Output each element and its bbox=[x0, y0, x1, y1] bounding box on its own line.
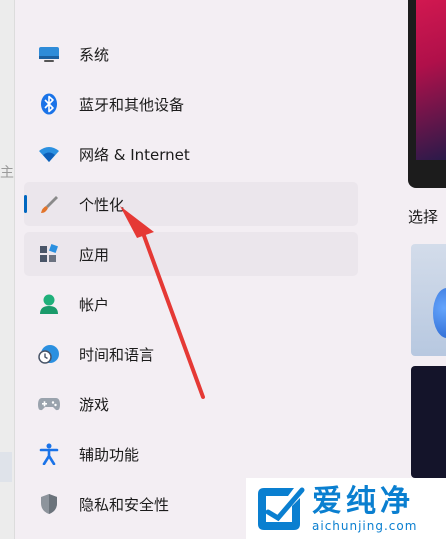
sidebar-item-label: 个性化 bbox=[79, 195, 125, 214]
watermark-logo-icon bbox=[258, 487, 305, 530]
watermark-text: 爱纯净 bbox=[312, 483, 414, 519]
sidebar-item-system[interactable]: 系统 bbox=[24, 32, 358, 76]
background-element bbox=[0, 452, 12, 482]
accessibility-icon bbox=[37, 442, 61, 466]
sidebar-item-label: 应用 bbox=[79, 245, 110, 264]
settings-sidebar: 系统 蓝牙和其他设备 网络 & Internet 个性化 应用 帐户 时间和语言… bbox=[24, 32, 358, 532]
theme-preview bbox=[408, 0, 446, 188]
theme-thumbnail-dark[interactable] bbox=[411, 366, 446, 478]
clock-globe-icon bbox=[37, 342, 61, 366]
sidebar-item-apps[interactable]: 应用 bbox=[24, 232, 358, 276]
sidebar-item-label: 时间和语言 bbox=[79, 345, 155, 364]
gamepad-icon bbox=[37, 392, 61, 416]
sidebar-item-label: 辅助功能 bbox=[79, 445, 140, 464]
theme-thumbnail-light[interactable] bbox=[411, 244, 446, 356]
sidebar-item-bluetooth[interactable]: 蓝牙和其他设备 bbox=[24, 82, 358, 126]
person-icon bbox=[37, 292, 61, 316]
apps-icon bbox=[37, 242, 61, 266]
display-icon bbox=[37, 42, 61, 66]
bloom-wallpaper-graphic bbox=[433, 288, 446, 338]
background-window-edge: 主 bbox=[0, 0, 15, 539]
bluetooth-icon bbox=[37, 92, 61, 116]
sidebar-item-accounts[interactable]: 帐户 bbox=[24, 282, 358, 326]
choose-theme-heading: 选择 bbox=[408, 208, 439, 226]
sidebar-item-accessibility[interactable]: 辅助功能 bbox=[24, 432, 358, 476]
shield-icon bbox=[37, 492, 61, 516]
watermark-url: aichunjing.com bbox=[312, 518, 418, 533]
selected-indicator bbox=[24, 195, 27, 213]
sidebar-item-gaming[interactable]: 游戏 bbox=[24, 382, 358, 426]
sidebar-item-label: 游戏 bbox=[79, 395, 110, 414]
preview-wallpaper bbox=[416, 0, 446, 160]
background-text-fragment: 主 bbox=[0, 165, 14, 181]
wifi-icon bbox=[37, 142, 61, 166]
sidebar-item-personalization[interactable]: 个性化 bbox=[24, 182, 358, 226]
sidebar-item-label: 隐私和安全性 bbox=[79, 495, 170, 514]
sidebar-item-label: 蓝牙和其他设备 bbox=[79, 95, 185, 114]
personalization-content-panel: 选择 bbox=[408, 0, 446, 539]
sidebar-item-label: 帐户 bbox=[79, 295, 110, 314]
sidebar-item-network[interactable]: 网络 & Internet bbox=[24, 132, 358, 176]
sidebar-item-label: 网络 & Internet bbox=[79, 145, 190, 164]
paintbrush-icon bbox=[37, 192, 61, 216]
sidebar-item-time-language[interactable]: 时间和语言 bbox=[24, 332, 358, 376]
site-watermark: 爱纯净 aichunjing.com bbox=[246, 478, 446, 539]
sidebar-item-label: 系统 bbox=[79, 45, 110, 64]
